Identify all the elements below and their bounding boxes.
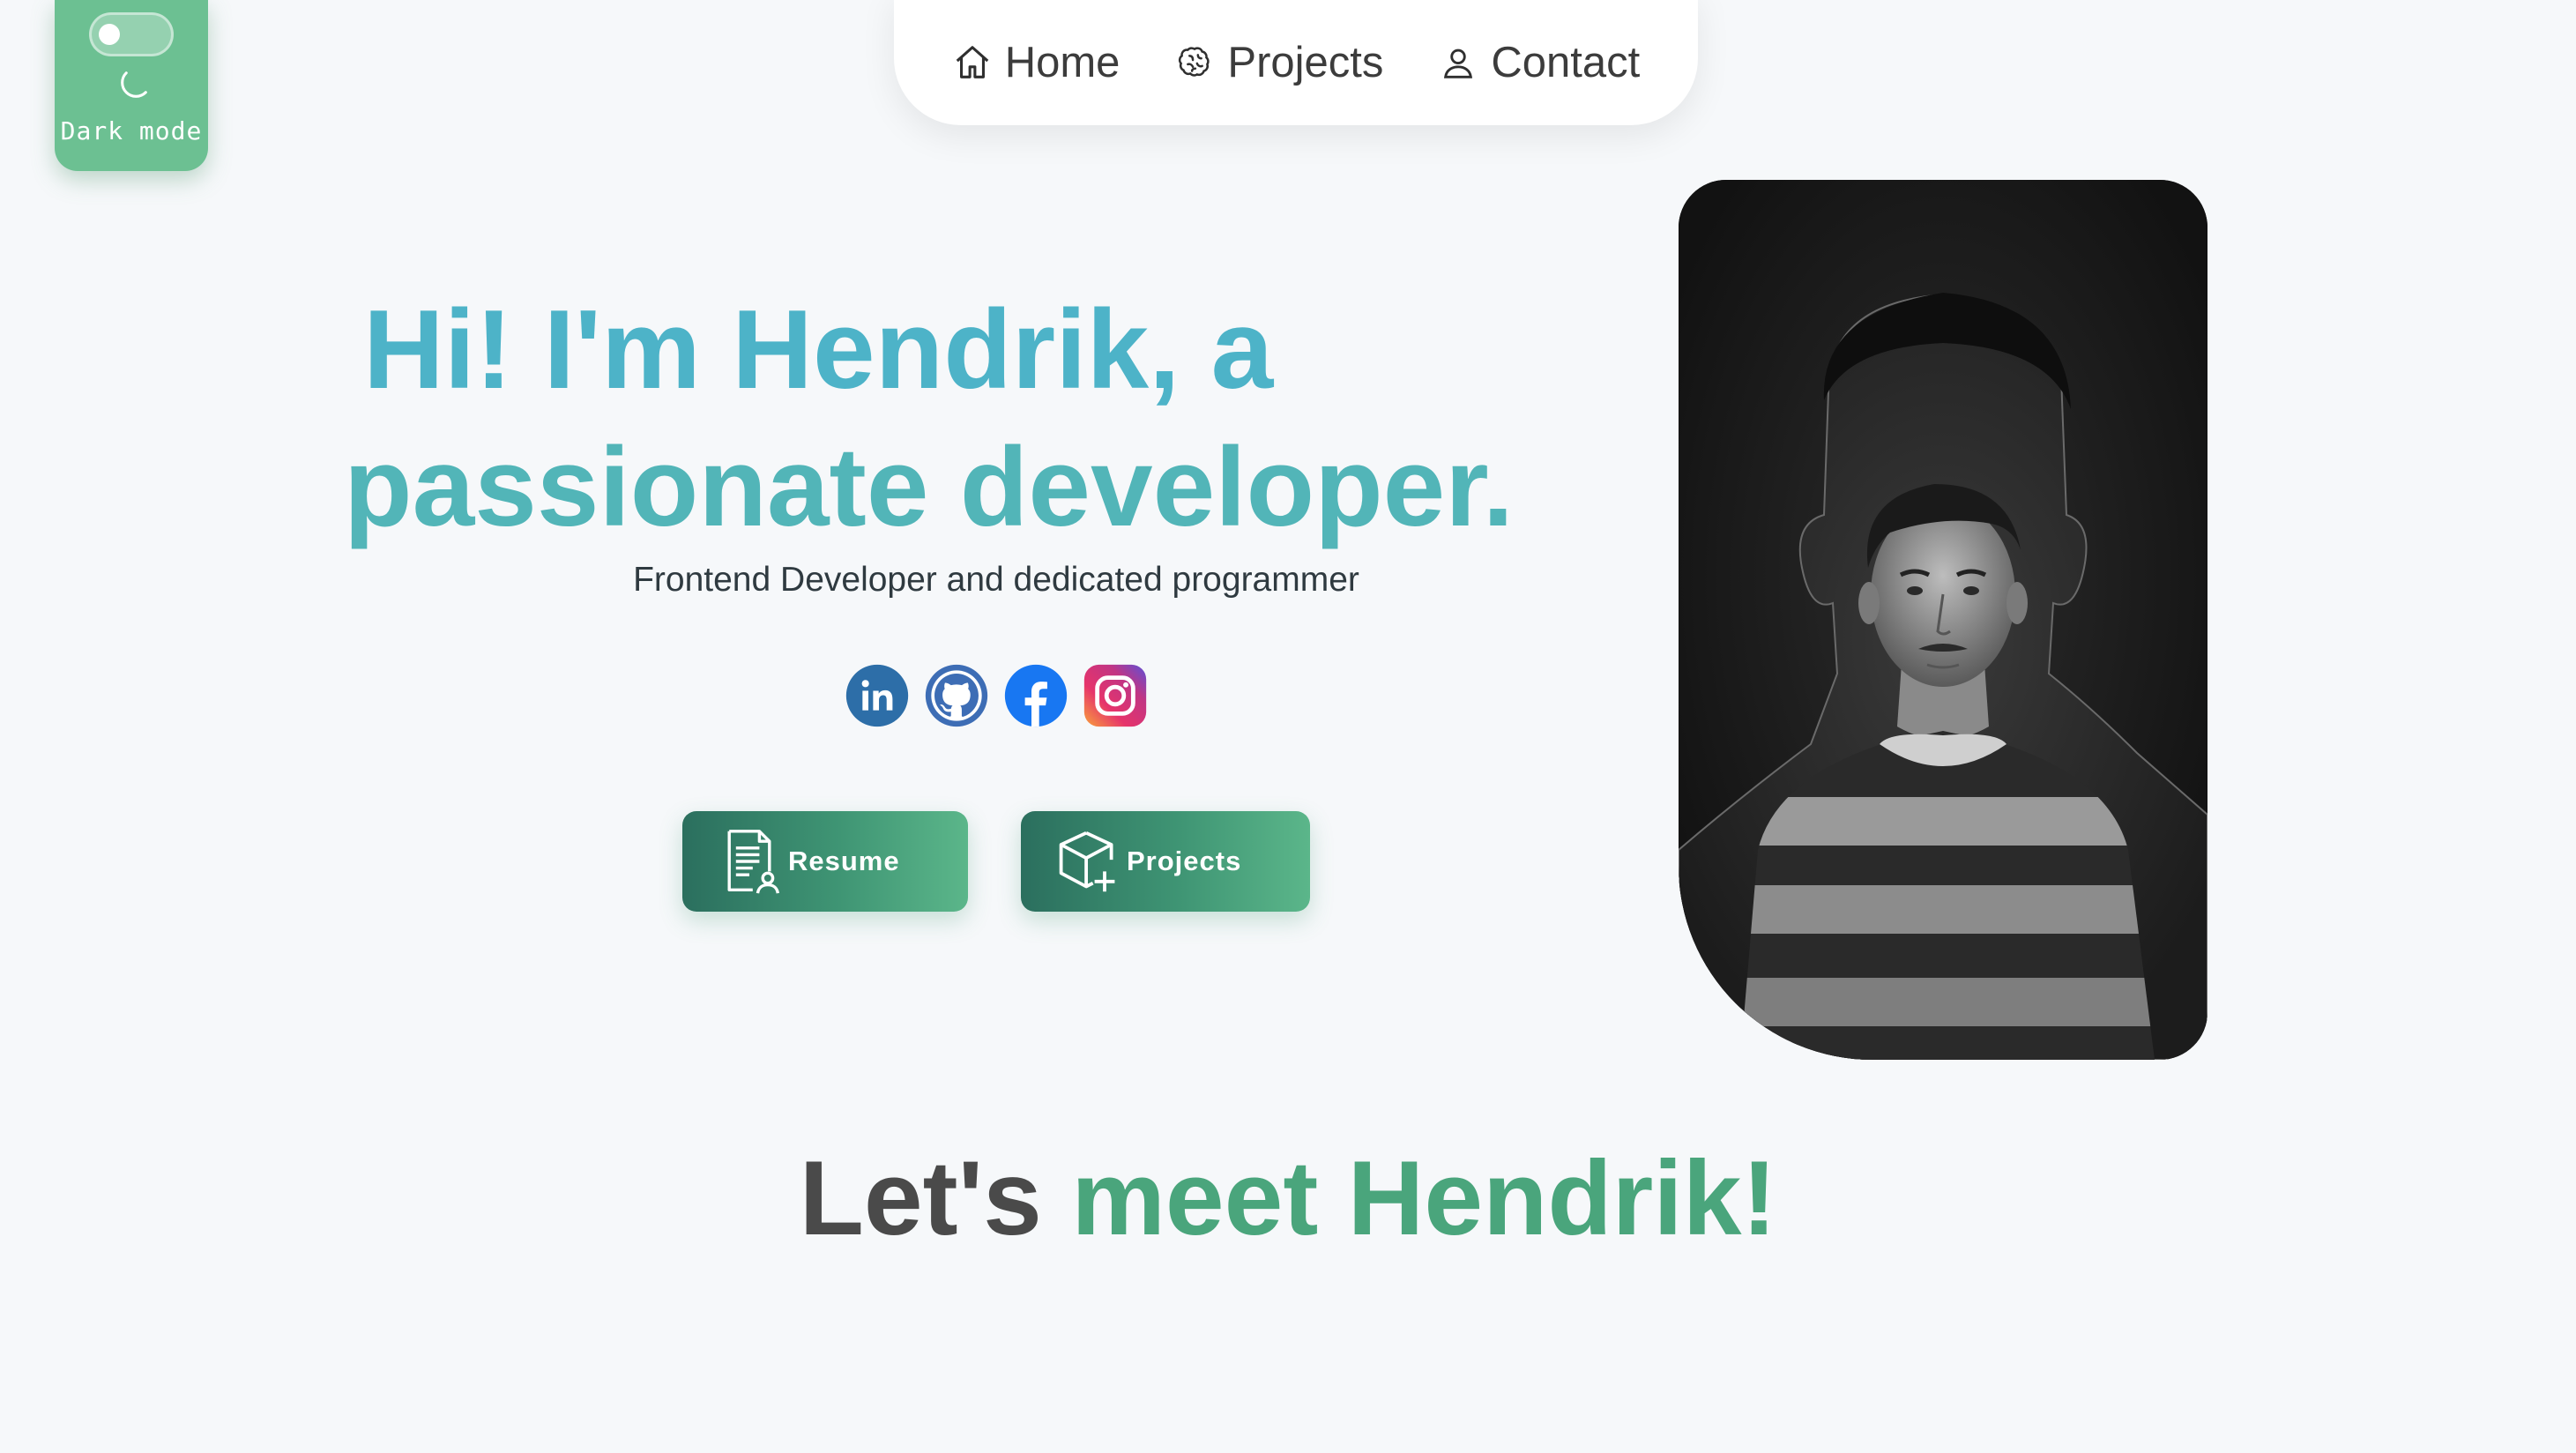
toggle-knob [99,24,120,45]
meet-accent: meet Hendrik! [1071,1139,1777,1257]
hero-title: Hi! I'm Hendrik, a passionate developer. [344,280,1666,555]
hero-title-line-1: Hi! I'm Hendrik, a [363,287,1274,412]
nav-item-home[interactable]: Home [952,38,1120,87]
resume-button[interactable]: Resume [682,811,968,912]
nav-label-home: Home [1004,39,1120,86]
profile-photo [1679,180,2207,1060]
dark-mode-label: Dark mode [60,116,203,145]
github-icon[interactable] [924,663,989,728]
moon-icon [121,71,147,98]
nav-item-projects[interactable]: Projects [1174,38,1383,87]
facebook-icon[interactable] [1003,663,1068,728]
projects-button[interactable]: Projects [1021,811,1310,912]
dark-mode-toggle[interactable]: Dark mode [55,0,208,171]
toggle-switch[interactable] [89,12,174,56]
meet-prefix: Let's [799,1139,1042,1257]
nav-label-projects: Projects [1227,39,1384,86]
hero-title-line-2: passionate developer. [344,424,1514,549]
portrait-illustration [1679,180,2207,1060]
user-icon [1444,48,1473,78]
projects-label: Projects [1127,846,1242,876]
box-plus-icon [1059,831,1115,892]
social-links [845,663,1148,728]
home-icon [956,46,988,78]
resume-label: Resume [788,846,900,876]
resume-icon [727,830,779,894]
top-nav: Home Projects Contact [894,0,1698,125]
nav-item-contact[interactable]: Contact [1438,38,1640,87]
linkedin-icon[interactable] [845,663,910,728]
hero-subtitle: Frontend Developer and dedicated program… [633,561,1359,599]
instagram-icon[interactable] [1083,663,1148,728]
nav-label-contact: Contact [1491,39,1641,86]
meet-heading: Let's meet Hendrik! [0,1137,2576,1259]
brain-icon [1179,47,1210,77]
